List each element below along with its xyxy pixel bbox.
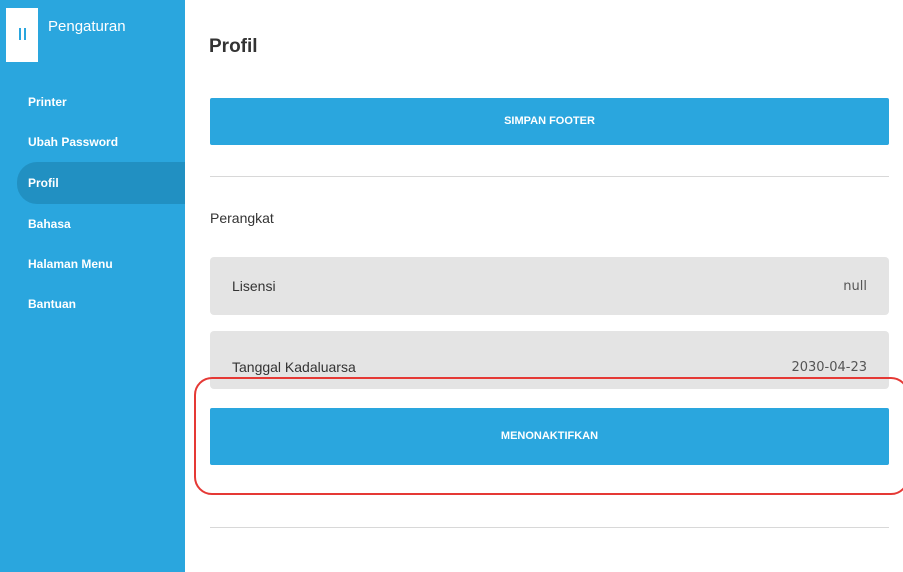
divider	[210, 527, 889, 528]
main-content: Profil SIMPAN FOOTER Perangkat Lisensi n…	[185, 0, 903, 572]
menu-toggle-button[interactable]	[6, 8, 38, 62]
page-title: Profil	[209, 36, 258, 57]
license-label: Lisensi	[232, 278, 276, 294]
license-row: Lisensi null	[210, 257, 889, 315]
sidebar-item-profil[interactable]: Profil	[17, 162, 185, 204]
device-section-label: Perangkat	[210, 210, 274, 226]
sidebar-item-halaman-menu[interactable]: Halaman Menu	[0, 244, 185, 284]
sidebar-header: Pengaturan	[6, 8, 185, 62]
license-value: null	[843, 278, 867, 294]
sidebar-title: Pengaturan	[48, 17, 126, 35]
sidebar-item-ubah-password[interactable]: Ubah Password	[0, 122, 185, 162]
divider	[210, 176, 889, 177]
menu-icon	[18, 28, 26, 40]
expiry-date-label: Tanggal Kadaluarsa	[232, 359, 356, 375]
sidebar-item-printer[interactable]: Printer	[0, 82, 185, 122]
sidebar-nav: Printer Ubah Password Profil Bahasa Hala…	[0, 82, 185, 324]
sidebar-item-bantuan[interactable]: Bantuan	[0, 284, 185, 324]
expiry-date-row: Tanggal Kadaluarsa 2030-04-23	[210, 331, 889, 389]
sidebar: Pengaturan Printer Ubah Password Profil …	[0, 0, 185, 572]
expiry-date-value: 2030-04-23	[791, 359, 867, 375]
sidebar-item-bahasa[interactable]: Bahasa	[0, 204, 185, 244]
deactivate-button[interactable]: MENONAKTIFKAN	[210, 408, 889, 465]
save-footer-button[interactable]: SIMPAN FOOTER	[210, 98, 889, 145]
